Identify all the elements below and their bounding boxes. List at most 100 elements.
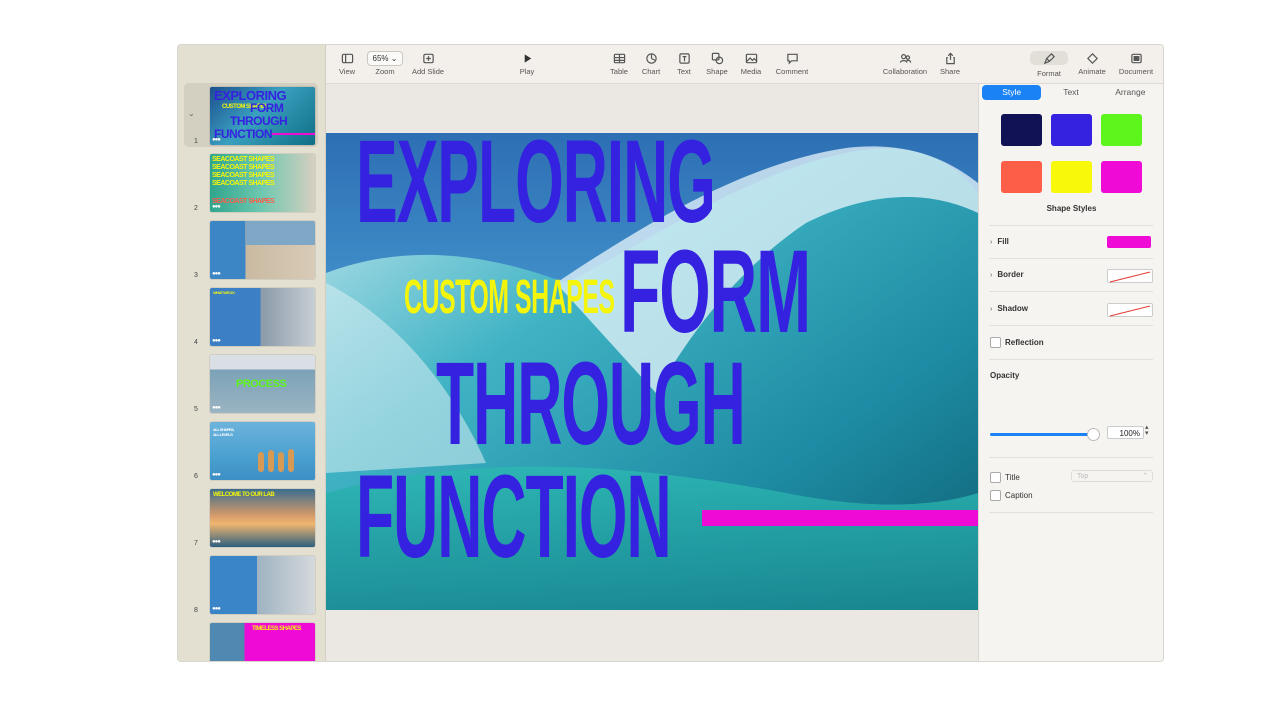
shape-button[interactable]: Shape [705, 51, 729, 76]
tab-arrange[interactable]: Arrange [1101, 85, 1160, 100]
view-button[interactable]: View [336, 51, 358, 76]
slide-thumbnail-9[interactable]: 9 TIMELESS SHAPES [184, 619, 318, 661]
chevron-right-icon: › [990, 306, 993, 313]
opacity-slider-knob[interactable] [1087, 428, 1100, 441]
shape-style-swatch[interactable] [1101, 161, 1142, 193]
slide-title-line-3[interactable]: THROUGH [436, 345, 746, 463]
slide-number: 1 [194, 138, 198, 145]
slide-preview: PROCESS ●●● [210, 355, 315, 413]
surfboard-shape [278, 452, 284, 472]
title-checkbox[interactable] [990, 472, 1001, 483]
slide-thumbnail-8[interactable]: 8 ●●● [184, 552, 318, 616]
slide-preview: ALL SHAPES, ALL LEVELS ●●● [210, 422, 315, 480]
thumb-title: PROCESS [236, 378, 287, 390]
opacity-value-field[interactable]: 100% [1107, 426, 1144, 439]
thumb-line: ALL LEVELS [213, 432, 233, 437]
thumb-title: WHAT WE DO [213, 290, 235, 295]
thumb-photo [246, 221, 315, 245]
shadow-color-well[interactable] [1107, 303, 1153, 317]
slide-title-line-4[interactable]: FUNCTION [356, 458, 672, 576]
photo-icon [739, 51, 763, 65]
share-button[interactable]: Share [938, 51, 962, 76]
more-icon: ●●● [212, 338, 221, 344]
thumb-title: TIMELESS SHAPES [252, 626, 301, 632]
slide-title-line-1[interactable]: EXPLORING [356, 133, 716, 241]
pink-bar-shape[interactable] [702, 510, 978, 526]
shape-style-swatch[interactable] [1001, 114, 1042, 146]
border-row[interactable]: › Border [990, 270, 1024, 279]
document-button[interactable]: Document [1115, 51, 1157, 76]
more-icon: ●●● [212, 405, 221, 411]
divider [989, 457, 1153, 458]
slide-thumbnail-1[interactable]: ⌄ 1 EXPLORING CUSTOM SHAPES FORM THROUGH… [184, 83, 318, 147]
slide-preview: ●●● [210, 556, 315, 614]
slide-preview: EXPLORING CUSTOM SHAPES FORM THROUGH FUN… [210, 87, 315, 145]
slide-preview: TIMELESS SHAPES [210, 623, 315, 661]
media-button[interactable]: Media [739, 51, 763, 76]
shape-style-swatch[interactable] [1051, 114, 1092, 146]
format-button[interactable] [1030, 51, 1068, 65]
border-color-well[interactable] [1107, 269, 1153, 283]
divider [989, 291, 1153, 292]
slide-thumbnail-2[interactable]: 2 SEACOAST SHAPES SEACOAST SHAPES SEACOA… [184, 150, 318, 214]
opacity-stepper[interactable]: ▴ ▾ [1145, 424, 1149, 437]
play-button[interactable]: Play [515, 51, 539, 76]
format-inspector: Style Text Arrange Shape Styles › Fill › B… [978, 84, 1163, 661]
keynote-window: ⌄ 1 EXPLORING CUSTOM SHAPES FORM THROUGH… [177, 44, 1164, 662]
zoom-select-wrap: 65% ⌄ [366, 50, 404, 66]
shape-style-swatch[interactable] [1101, 114, 1142, 146]
chevron-down-icon[interactable]: ⌄ [188, 109, 195, 118]
slide-title-line-2[interactable]: FORM [620, 233, 811, 351]
inspector-tabs: Style Text Arrange [982, 85, 1160, 100]
thumb-line: FORM [250, 101, 284, 115]
text-button[interactable]: Text [674, 51, 694, 76]
animate-label: Animate [1078, 67, 1106, 76]
slide-canvas-area[interactable]: EXPLORING CUSTOM SHAPES FORM THROUGH FUN… [326, 84, 978, 661]
tab-text[interactable]: Text [1041, 85, 1100, 100]
shape-style-swatch[interactable] [1051, 161, 1092, 193]
slide-navigator[interactable]: ⌄ 1 EXPLORING CUSTOM SHAPES FORM THROUGH… [178, 45, 326, 661]
current-slide[interactable]: EXPLORING CUSTOM SHAPES FORM THROUGH FUN… [326, 133, 978, 610]
collaboration-icon [877, 51, 933, 65]
add-slide-button[interactable]: Add Slide [410, 51, 446, 76]
slide-number: 8 [194, 607, 198, 614]
title-position-select[interactable]: Top ⌃ [1071, 470, 1153, 482]
collaboration-button[interactable]: Collaboration [877, 51, 933, 76]
shadow-row[interactable]: › Shadow [990, 304, 1028, 313]
divider [989, 225, 1153, 226]
shape-style-swatch[interactable] [1001, 161, 1042, 193]
slide-thumbnail-4[interactable]: 4 WHAT WE DO ●●● [184, 284, 318, 348]
zoom-select[interactable]: 65% ⌄ [366, 50, 404, 66]
fill-label: Fill [997, 237, 1009, 246]
tab-style[interactable]: Style [982, 85, 1042, 100]
fill-row[interactable]: › Fill [990, 237, 1009, 246]
share-icon [938, 51, 962, 65]
fill-color-well[interactable] [1107, 236, 1151, 248]
animate-button[interactable]: Animate [1076, 51, 1108, 76]
slide-thumbnail-6[interactable]: 6 ALL SHAPES, ALL LEVELS ●●● [184, 418, 318, 482]
comment-button[interactable]: Comment [772, 51, 812, 76]
slide-thumbnail-3[interactable]: 3 ●●● [184, 217, 318, 281]
more-icon: ●●● [212, 271, 221, 277]
shadow-label: Shadow [997, 304, 1029, 313]
media-label: Media [740, 67, 762, 76]
caption-checkbox[interactable] [990, 490, 1001, 501]
divider [989, 359, 1153, 360]
slide-preview: WHAT WE DO ●●● [210, 288, 315, 346]
opacity-slider-track[interactable] [990, 433, 1095, 436]
slide-preview: WELCOME TO OUR LAB ●●● [210, 489, 315, 547]
slide-subtitle[interactable]: CUSTOM SHAPES [404, 270, 615, 325]
chart-button[interactable]: Chart [640, 51, 662, 76]
view-label: View [338, 67, 356, 76]
table-button[interactable]: Table [608, 51, 630, 76]
zoom-button[interactable]: 65% ⌄ Zoom [366, 50, 404, 76]
reflection-checkbox[interactable] [990, 337, 1001, 348]
format-label: Format [1037, 69, 1061, 78]
slide-thumbnail-7[interactable]: 7 WELCOME TO OUR LAB ●●● [184, 485, 318, 549]
document-icon [1115, 51, 1157, 65]
add-slide-label: Add Slide [411, 67, 445, 76]
slide-thumbnail-5[interactable]: 5 PROCESS ●●● [184, 351, 318, 415]
more-icon: ●●● [212, 539, 221, 545]
play-icon [515, 51, 539, 65]
shape-icon [705, 51, 729, 65]
